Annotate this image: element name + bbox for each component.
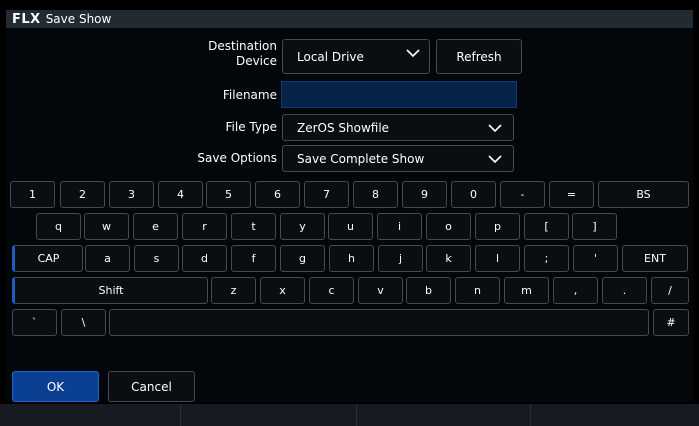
key-p[interactable]: p: [475, 213, 520, 240]
cancel-button[interactable]: Cancel: [108, 371, 195, 402]
key-six[interactable]: 6: [255, 181, 300, 208]
key-left-bracket[interactable]: [: [524, 213, 569, 240]
key-f[interactable]: f: [231, 245, 276, 272]
key-shift[interactable]: Shift: [12, 277, 208, 304]
key-q[interactable]: q: [36, 213, 81, 240]
file-type-value: ZerOS Showfile: [297, 120, 390, 135]
key-bs[interactable]: BS: [598, 181, 689, 208]
key-t[interactable]: t: [231, 213, 276, 240]
key-zero[interactable]: 0: [451, 181, 496, 208]
key-z[interactable]: z: [211, 277, 256, 304]
key-eight[interactable]: 8: [353, 181, 398, 208]
key-one[interactable]: 1: [10, 181, 55, 208]
destination-device-value: Local Drive: [297, 49, 364, 64]
key-a[interactable]: a: [85, 245, 130, 272]
key-nine[interactable]: 9: [402, 181, 447, 208]
key-u[interactable]: u: [328, 213, 373, 240]
key-v[interactable]: v: [358, 277, 403, 304]
chevron-down-icon: [488, 123, 502, 132]
save-options-value: Save Complete Show: [297, 151, 425, 166]
key-equals[interactable]: =: [549, 181, 594, 208]
status-divider: [356, 404, 357, 426]
key-space[interactable]: [109, 309, 649, 336]
destination-label-line2: Device: [235, 54, 277, 68]
save-options-dropdown[interactable]: Save Complete Show: [282, 145, 514, 172]
status-bar: [0, 404, 699, 426]
key-r[interactable]: r: [182, 213, 227, 240]
key-minus[interactable]: -: [500, 181, 545, 208]
ok-button[interactable]: OK: [12, 371, 99, 402]
key-m[interactable]: m: [504, 277, 549, 304]
key-w[interactable]: w: [84, 213, 129, 240]
flx-logo: FLX: [12, 11, 41, 27]
chevron-down-icon: [488, 154, 502, 163]
file-type-dropdown[interactable]: ZerOS Showfile: [282, 114, 514, 141]
key-seven[interactable]: 7: [304, 181, 349, 208]
key-g[interactable]: g: [280, 245, 325, 272]
key-y[interactable]: y: [280, 213, 325, 240]
key-s[interactable]: s: [134, 245, 179, 272]
title-bar: FLX Save Show: [6, 10, 693, 28]
key-x[interactable]: x: [260, 277, 305, 304]
filename-input[interactable]: [281, 81, 517, 108]
key-three[interactable]: 3: [109, 181, 154, 208]
key-cap[interactable]: CAP: [12, 245, 83, 272]
key-quote[interactable]: ': [573, 245, 618, 272]
key-l[interactable]: l: [475, 245, 520, 272]
window-title: Save Show: [45, 12, 112, 26]
key-n[interactable]: n: [455, 277, 500, 304]
save-show-dialog: FLX Save Show Destination Device Local D…: [6, 10, 693, 402]
destination-label-line1: Destination: [208, 39, 277, 53]
key-e[interactable]: e: [133, 213, 178, 240]
key-c[interactable]: c: [309, 277, 354, 304]
key-semicolon[interactable]: ;: [524, 245, 569, 272]
key-j[interactable]: j: [378, 245, 423, 272]
key-two[interactable]: 2: [60, 181, 105, 208]
chevron-down-icon: [406, 49, 420, 58]
key-comma[interactable]: ,: [553, 277, 598, 304]
key-ent[interactable]: ENT: [622, 245, 688, 272]
key-backslash[interactable]: \: [61, 309, 106, 336]
key-b[interactable]: b: [406, 277, 451, 304]
key-i[interactable]: i: [377, 213, 422, 240]
key-four[interactable]: 4: [158, 181, 203, 208]
key-d[interactable]: d: [182, 245, 227, 272]
key-o[interactable]: o: [426, 213, 471, 240]
filename-label: Filename: [222, 88, 277, 102]
destination-device-label: Destination Device: [208, 39, 277, 69]
key-five[interactable]: 5: [206, 181, 251, 208]
key-backtick[interactable]: `: [12, 309, 57, 336]
save-options-label: Save Options: [197, 151, 277, 165]
key-hash[interactable]: #: [653, 309, 689, 336]
key-right-bracket[interactable]: ]: [572, 213, 617, 240]
destination-device-dropdown[interactable]: Local Drive: [282, 39, 430, 74]
file-type-label: File Type: [225, 120, 277, 134]
key-k[interactable]: k: [426, 245, 471, 272]
key-period[interactable]: .: [602, 277, 647, 304]
key-slash[interactable]: /: [651, 277, 689, 304]
key-h[interactable]: h: [329, 245, 374, 272]
status-divider: [530, 404, 531, 426]
status-divider: [180, 404, 181, 426]
refresh-button[interactable]: Refresh: [436, 39, 522, 74]
